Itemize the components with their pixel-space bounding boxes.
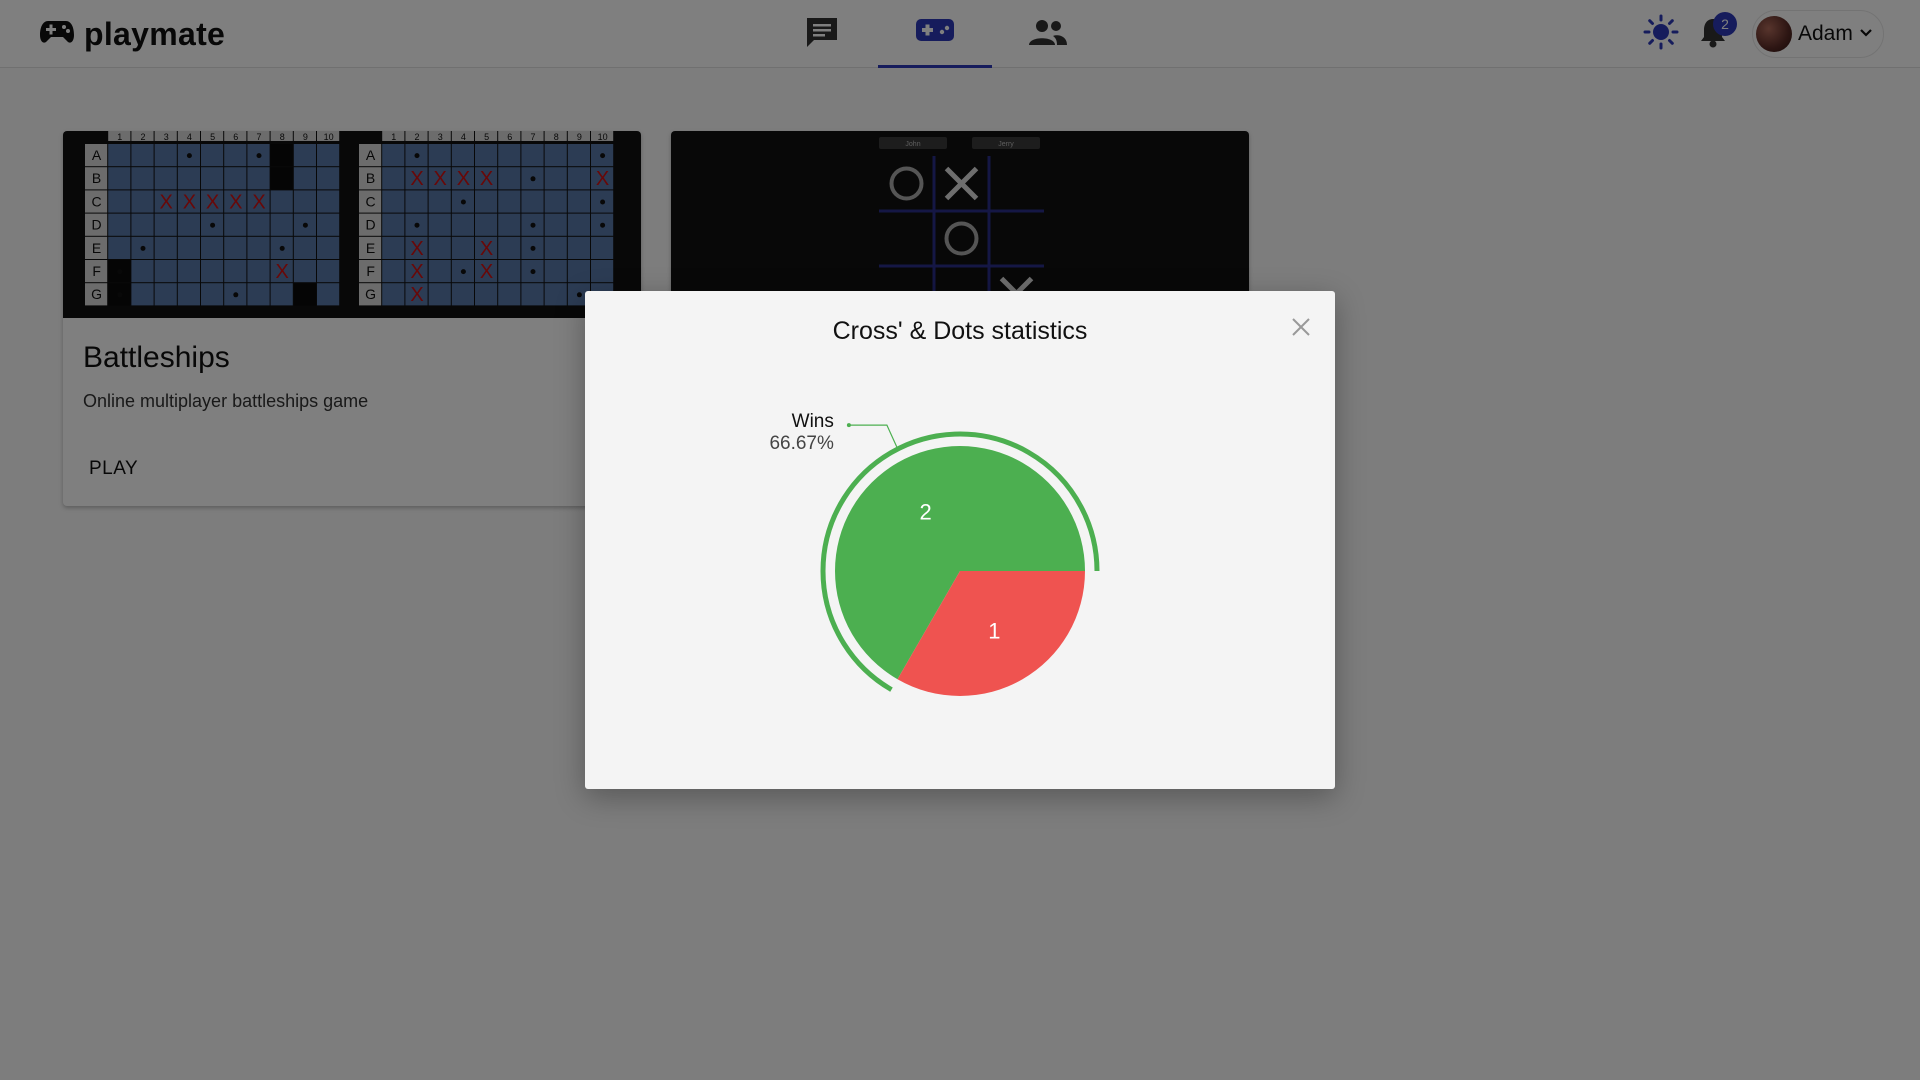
slice-value-label: 1	[988, 619, 1000, 644]
callout-leader-line	[848, 424, 898, 448]
callout-label: Wins	[792, 411, 834, 432]
callout-percent: 66.67%	[769, 433, 834, 454]
statistics-dialog: Cross' & Dots statistics 2 1 Wins 66.67%	[585, 291, 1335, 789]
slice-value-label: 2	[920, 499, 932, 524]
stats-pie-chart: 2 1 Wins66.67%	[769, 411, 1100, 696]
